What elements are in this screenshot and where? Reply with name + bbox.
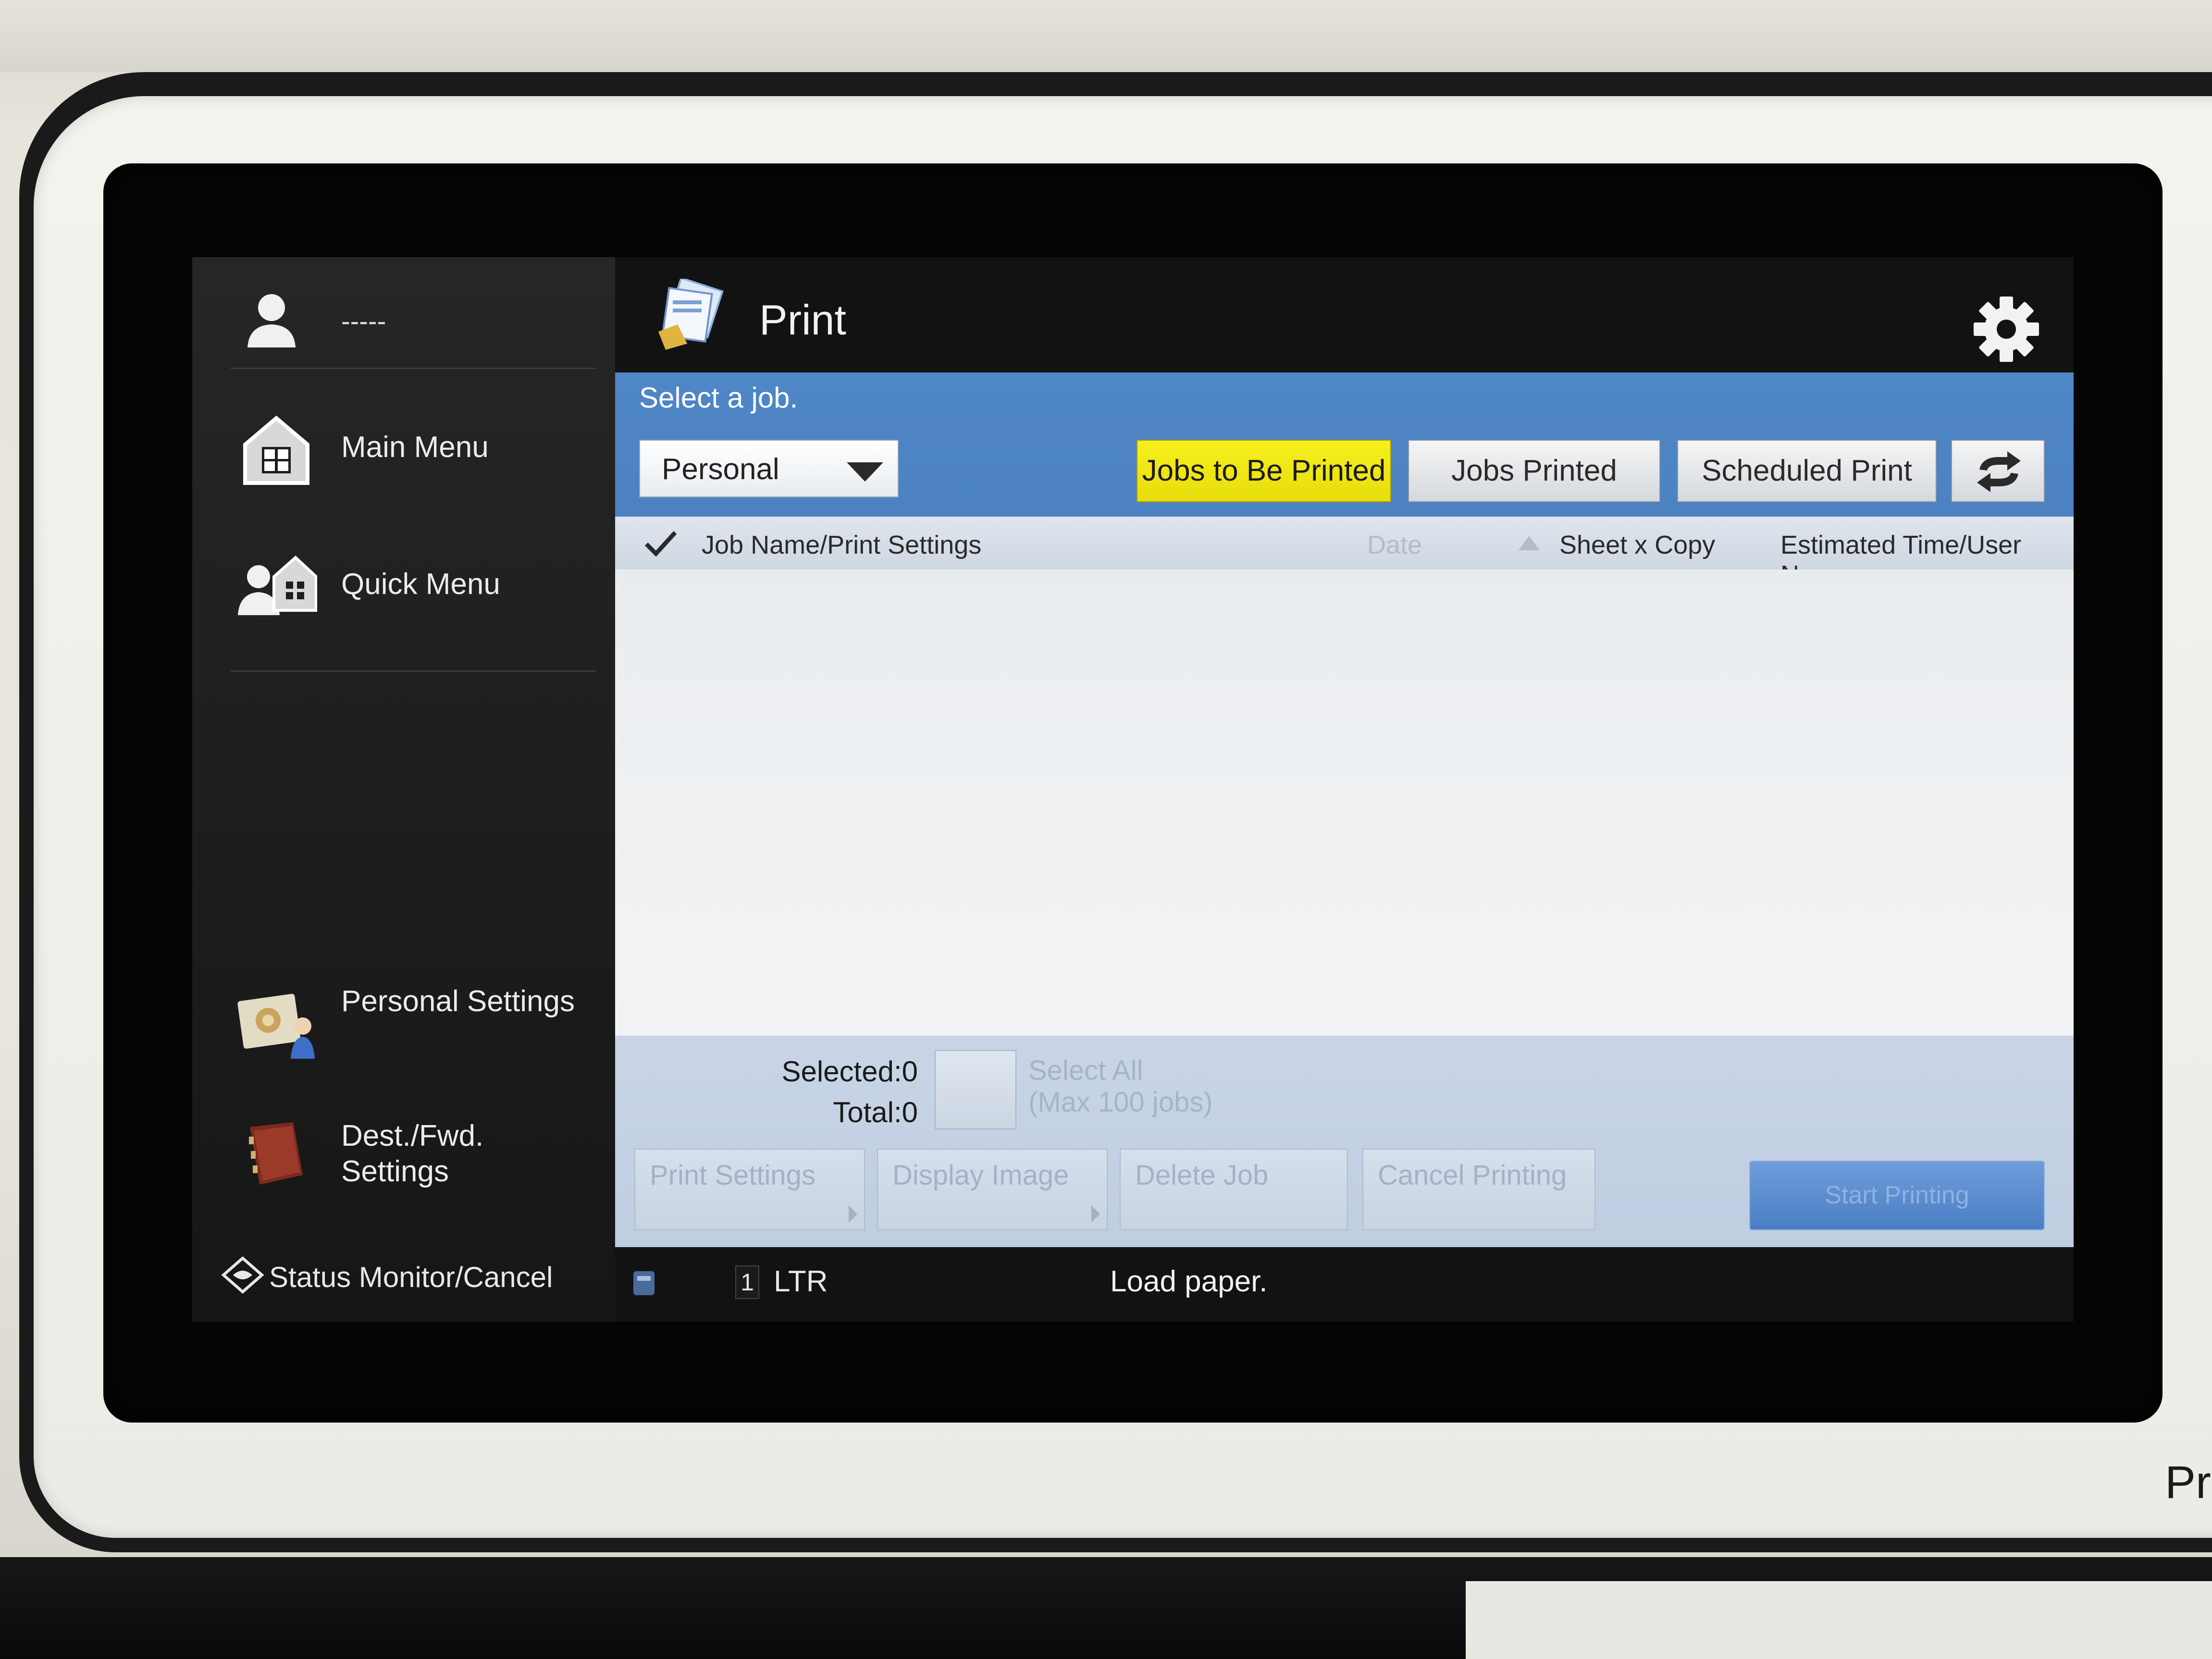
job-owner-value: Personal xyxy=(662,453,779,486)
status-monitor-label: Status Monitor/Cancel xyxy=(269,1261,553,1293)
status-monitor-icon xyxy=(221,1256,264,1294)
toolbar: Select a job. Personal Jobs to Be Printe… xyxy=(615,372,2074,517)
submenu-arrow-icon xyxy=(1091,1205,1100,1223)
sidebar-item-dest-fwd-settings[interactable]: Dest./Fwd. Settings xyxy=(226,1103,601,1209)
tray-number: 1 xyxy=(735,1265,759,1299)
sidebar-divider xyxy=(231,368,596,369)
device-panel xyxy=(1466,1581,2212,1659)
chevron-down-icon xyxy=(847,462,883,482)
selected-count: Selected:0 xyxy=(781,1055,918,1088)
device-model-label: Pro xyxy=(2165,1457,2212,1508)
print-settings-button[interactable]: Print Settings xyxy=(634,1149,865,1230)
total-count: Total:0 xyxy=(833,1096,918,1128)
refresh-icon xyxy=(1977,451,2021,492)
submenu-arrow-icon xyxy=(849,1205,857,1223)
tab-jobs-printed[interactable]: Jobs Printed xyxy=(1408,440,1660,502)
sidebar-item-label: Personal Settings xyxy=(341,985,575,1018)
home-icon xyxy=(243,415,309,485)
login-user[interactable]: ----- xyxy=(192,257,615,368)
sidebar-divider xyxy=(231,670,596,672)
select-all-checkbox[interactable] xyxy=(935,1050,1016,1129)
touch-screen: ----- Main Menu Quick Menu Personal Sett… xyxy=(192,257,2074,1322)
column-job-name[interactable]: Job Name/Print Settings xyxy=(702,530,981,560)
start-printing-button[interactable]: Start Printing xyxy=(1749,1161,2045,1230)
address-book-icon xyxy=(249,1122,303,1185)
tab-jobs-to-be-printed[interactable]: Jobs to Be Printed xyxy=(1137,440,1391,502)
job-list-header: Job Name/Print Settings Date Sheet x Cop… xyxy=(615,517,2074,589)
user-name: ----- xyxy=(341,306,386,336)
panel-header: Print xyxy=(615,257,2074,372)
column-sheet-copy[interactable]: Sheet x Copy xyxy=(1559,530,1715,560)
page-title: Print xyxy=(759,296,846,344)
sidebar: ----- Main Menu Quick Menu Personal Sett… xyxy=(192,257,615,1322)
sidebar-item-quick-menu[interactable]: Quick Menu xyxy=(226,533,601,639)
column-date[interactable]: Date xyxy=(1367,530,1422,560)
user-icon xyxy=(247,294,296,347)
print-panel: Print Select a job. Personal Jobs to Be … xyxy=(615,257,2074,1247)
print-icon xyxy=(658,279,724,350)
wall-background xyxy=(0,0,2212,72)
status-monitor-button[interactable]: Status Monitor/Cancel xyxy=(216,1247,601,1300)
sidebar-item-main-menu[interactable]: Main Menu xyxy=(226,396,601,502)
select-all-label: Select All (Max 100 jobs) xyxy=(1028,1055,1213,1118)
status-message: Load paper. xyxy=(1110,1265,1268,1298)
job-owner-select[interactable]: Personal xyxy=(639,440,899,497)
delete-job-button[interactable]: Delete Job xyxy=(1120,1149,1348,1230)
job-list[interactable] xyxy=(615,570,2074,1036)
sort-ascending-icon xyxy=(1519,536,1540,550)
tab-scheduled-print[interactable]: Scheduled Print xyxy=(1677,440,1937,502)
cancel-printing-button[interactable]: Cancel Printing xyxy=(1362,1149,1595,1230)
job-actions-bar: Selected:0 Total:0 Select All (Max 100 j… xyxy=(615,1036,2074,1247)
instruction-text: Select a job. xyxy=(639,382,798,414)
sidebar-item-label: Dest./Fwd. Settings xyxy=(341,1119,484,1188)
personal-settings-icon xyxy=(237,993,315,1059)
status-bar: 1 LTR Load paper. xyxy=(615,1247,2074,1322)
sidebar-item-label: Main Menu xyxy=(341,431,489,464)
refresh-button[interactable] xyxy=(1951,440,2045,502)
sidebar-item-label: Quick Menu xyxy=(341,568,500,601)
checkmark-icon xyxy=(644,531,677,557)
quick-menu-icon xyxy=(238,555,317,615)
gear-icon[interactable] xyxy=(1970,293,2042,365)
paper-tray-icon xyxy=(633,1271,655,1295)
paper-size: LTR xyxy=(774,1265,828,1298)
display-image-button[interactable]: Display Image xyxy=(877,1149,1108,1230)
sidebar-item-personal-settings[interactable]: Personal Settings xyxy=(226,968,601,1074)
